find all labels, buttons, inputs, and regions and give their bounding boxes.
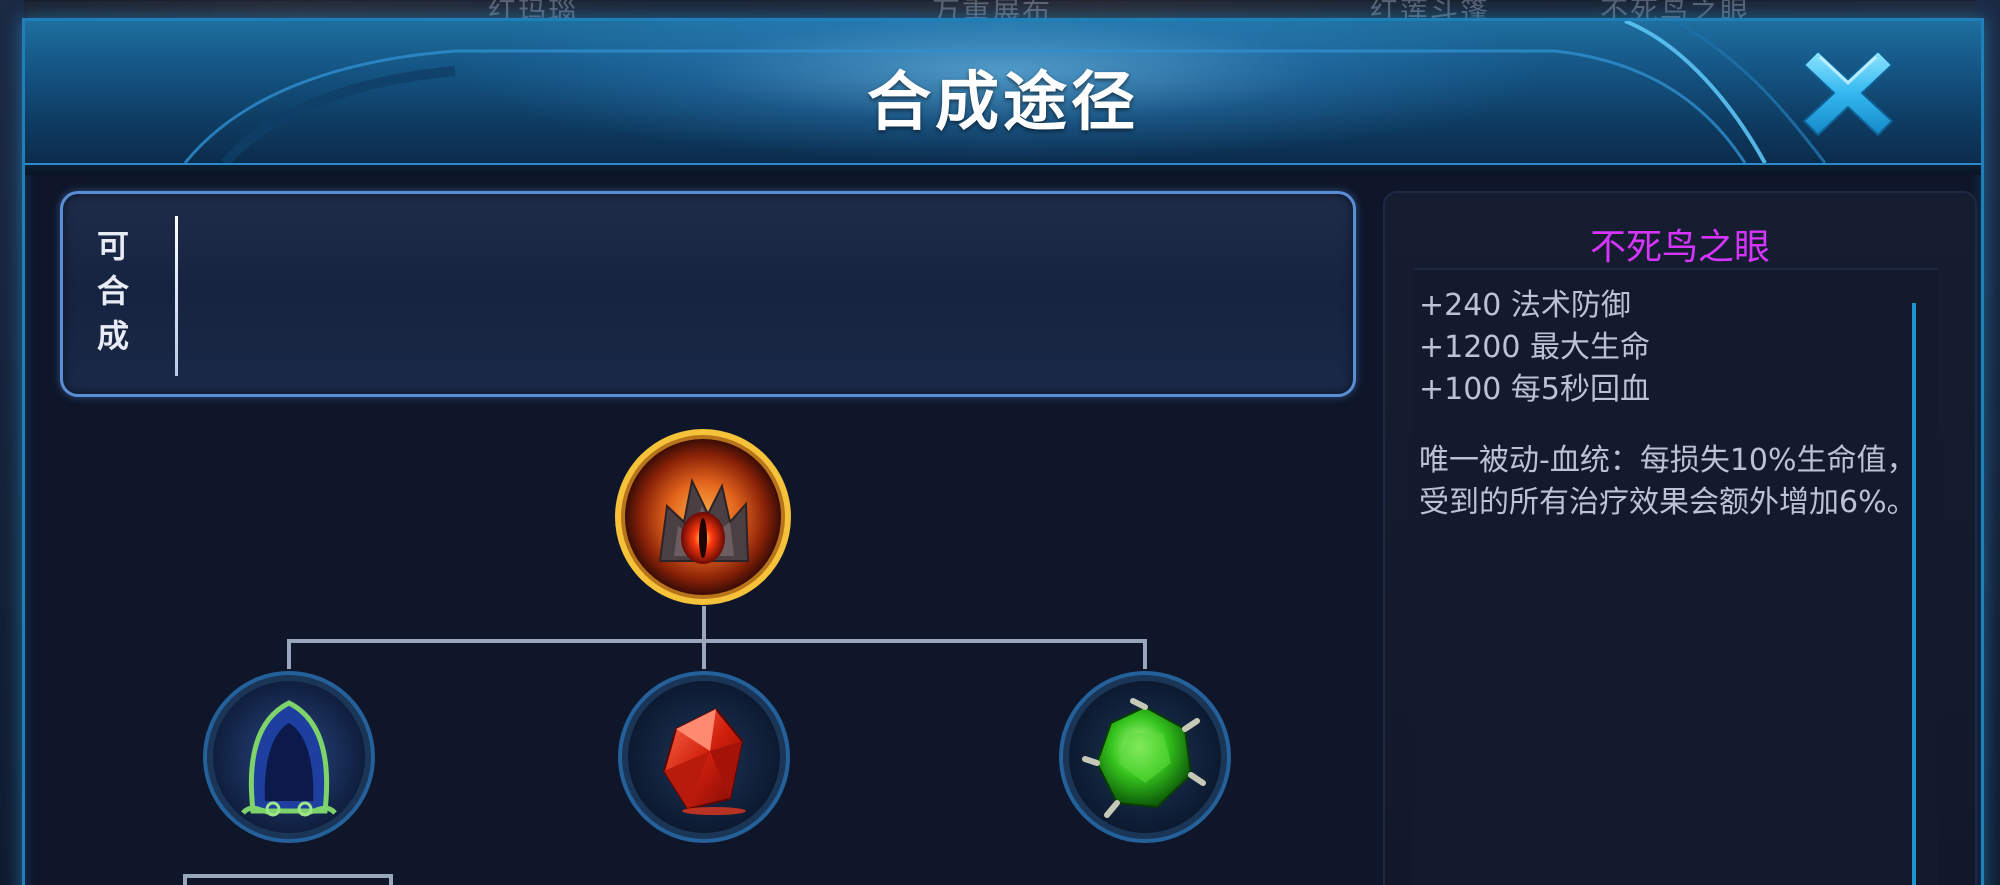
tree-line-sub-left — [183, 874, 187, 885]
stat-max-hp: +1200 最大生命 — [1419, 330, 1651, 365]
tree-line-sub-horizontal — [183, 874, 393, 878]
item-name: 不死鸟之眼 — [1589, 227, 1770, 268]
modal-header: 合成途径 — [25, 21, 1981, 163]
combinable-label: 可 合 成 — [96, 227, 129, 355]
tree-line-right — [1143, 639, 1147, 669]
child-item-cloak[interactable] — [203, 671, 375, 843]
item-stats: +240 法术防御 +1200 最大生命 +100 每5秒回血 — [1419, 285, 1650, 411]
close-x-icon — [1803, 50, 1893, 136]
item-description-panel: 不死鸟之眼 +240 法术防御 +1200 最大生命 +100 每5秒回血 唯一… — [1383, 191, 1977, 885]
green-gem-item-icon — [1059, 671, 1231, 843]
tree-line-middle — [702, 639, 706, 669]
close-button[interactable] — [1798, 43, 1898, 143]
combinable-items-panel: 可 合 成 — [60, 191, 1356, 397]
tree-line-horizontal — [287, 639, 1147, 643]
modal-title: 合成途径 — [867, 66, 1139, 140]
green-hood-cloak-item-icon — [203, 671, 375, 843]
game-screen: 红玛瑙 万重展布 红莲斗篷 不死鸟之眼 合成途径 可 合 成 不死鸟之眼 +24… — [0, 0, 2000, 885]
item-description-body: +240 法术防御 +1200 最大生命 +100 每5秒回血 唯一被动-血统：… — [1413, 268, 1938, 885]
synthesis-path-modal: 合成途径 可 合 成 不死鸟之眼 +240 法术防御 +1200 最大生命 +1… — [22, 18, 1984, 885]
item-passive-description: 唯一被动-血统：每损失10%生命值，受到的所有治疗效果会额外增加6%。 — [1419, 443, 1917, 520]
child-item-green-gem[interactable] — [1059, 671, 1231, 843]
red-crystal-item-icon — [618, 671, 790, 843]
burning-eye-item-icon — [615, 429, 791, 605]
combine-divider — [175, 216, 178, 376]
stat-hp-regen: +100 每5秒回血 — [1419, 372, 1651, 407]
tree-line-left — [287, 639, 291, 669]
root-item-phoenix-eye[interactable] — [612, 426, 794, 608]
tree-line-sub-right — [389, 874, 393, 885]
stat-magic-defense: +240 法术防御 — [1419, 288, 1631, 323]
description-scrollbar[interactable] — [1912, 303, 1916, 885]
child-item-red-crystal[interactable] — [618, 671, 790, 843]
background-left-edge — [0, 0, 24, 885]
